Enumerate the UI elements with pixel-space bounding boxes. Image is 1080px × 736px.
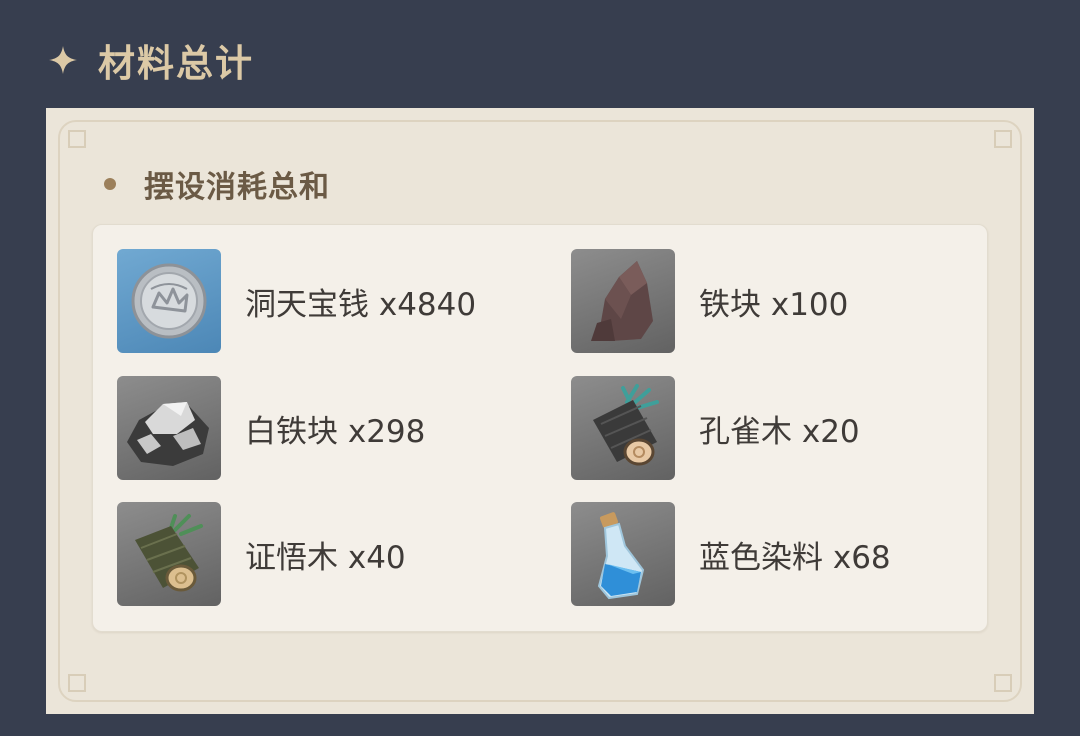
materials-list: 洞天宝钱 x4840 铁块 x100 白铁块 x298 孔雀木 x20 证悟木 … <box>92 224 988 632</box>
corner-ornament <box>68 674 86 692</box>
material-item[interactable]: 白铁块 x298 <box>117 376 425 480</box>
material-label: 洞天宝钱 x4840 <box>245 286 477 323</box>
material-label: 蓝色染料 x68 <box>699 539 891 576</box>
section-title: 摆设消耗总和 <box>144 170 330 205</box>
material-item[interactable]: 证悟木 x40 <box>117 502 406 606</box>
page-header: 材料总计 <box>48 34 254 86</box>
corner-ornament <box>994 130 1012 148</box>
blue-dye-bottle-icon <box>571 502 675 606</box>
material-item[interactable]: 铁块 x100 <box>571 249 848 353</box>
corner-ornament <box>994 674 1012 692</box>
adhigama-wood-log-icon <box>117 502 221 606</box>
material-label: 证悟木 x40 <box>245 539 406 576</box>
sparkle-icon <box>49 46 77 74</box>
material-label: 孔雀木 x20 <box>699 413 860 450</box>
material-item[interactable]: 孔雀木 x20 <box>571 376 860 480</box>
material-item[interactable]: 蓝色染料 x68 <box>571 502 891 606</box>
bullet-icon <box>104 178 116 190</box>
material-label: 白铁块 x298 <box>245 413 426 450</box>
peacock-wood-log-icon <box>571 376 675 480</box>
material-item[interactable]: 洞天宝钱 x4840 <box>117 249 476 353</box>
page-title: 材料总计 <box>98 42 254 85</box>
section-header: 摆设消耗总和 <box>104 162 330 206</box>
material-label: 铁块 x100 <box>699 286 849 323</box>
iron-chunk-icon <box>571 249 675 353</box>
materials-card: 摆设消耗总和 洞天宝钱 x4840 铁块 x100 白铁块 x298 孔雀木 x… <box>46 108 1034 714</box>
realm-currency-coin-icon <box>117 249 221 353</box>
white-iron-chunk-icon <box>117 376 221 480</box>
corner-ornament <box>68 130 86 148</box>
